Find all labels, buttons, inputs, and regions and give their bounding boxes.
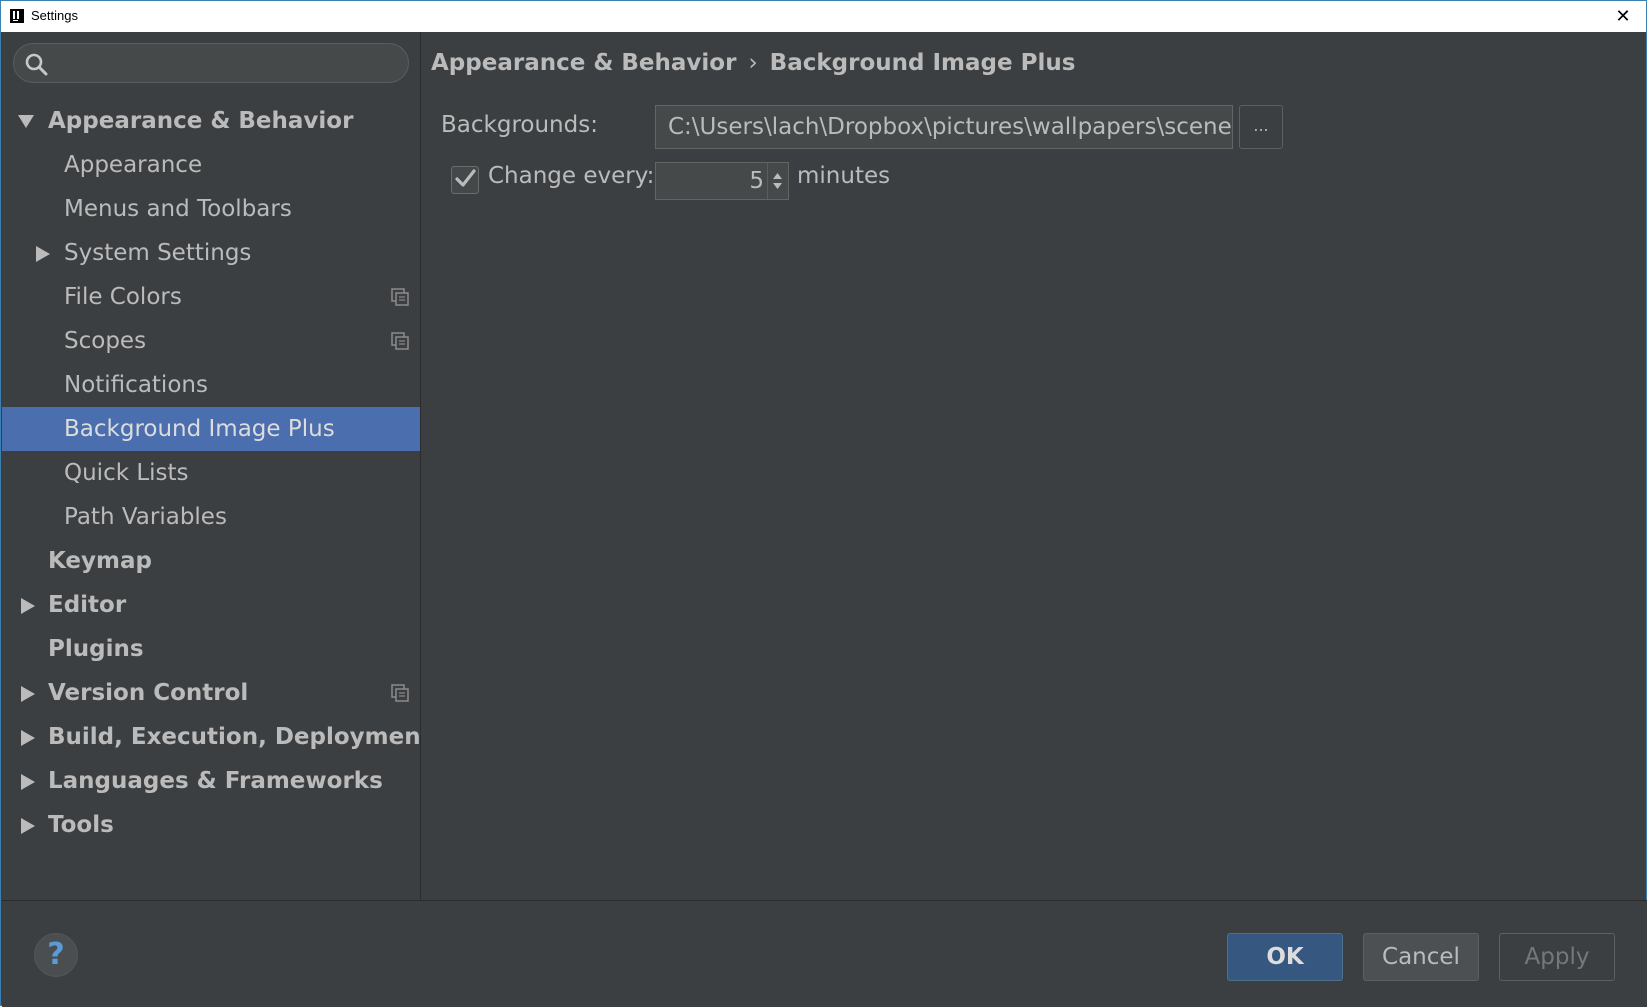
tree-item-label: Background Image Plus: [64, 416, 335, 442]
project-scope-icon: [391, 332, 409, 350]
tree-item-appearance-behavior[interactable]: Appearance & Behavior: [2, 99, 420, 143]
tree-item-appearance[interactable]: Appearance: [2, 143, 420, 187]
breadcrumb-parent[interactable]: Appearance & Behavior: [431, 50, 736, 76]
tree-item-label: Tools: [48, 812, 114, 838]
ok-button[interactable]: OK: [1227, 933, 1343, 981]
checkmark-icon: [455, 169, 476, 187]
tree-item-editor[interactable]: Editor: [2, 583, 420, 627]
tree-item-label: Appearance: [64, 152, 203, 178]
tree-item-label: Keymap: [48, 548, 152, 574]
tree-item-notifications[interactable]: Notifications: [2, 363, 420, 407]
spinner-down-icon[interactable]: [773, 183, 782, 189]
tree-item-tools[interactable]: Tools: [2, 803, 420, 847]
spinner-arrows[interactable]: [767, 163, 788, 199]
intellij-logo-icon: [10, 9, 24, 23]
search-box[interactable]: [13, 43, 409, 83]
tree-item-label: Build, Execution, Deployment: [48, 724, 432, 750]
tree-item-label: Plugins: [48, 636, 144, 662]
tree-item-label: Path Variables: [64, 504, 227, 530]
collapsed-arrow-icon[interactable]: [18, 671, 38, 715]
change-every-label[interactable]: Change every:: [488, 163, 654, 189]
collapsed-arrow-icon[interactable]: [18, 759, 38, 803]
tree-item-keymap[interactable]: Keymap: [2, 539, 420, 583]
tree-item-label: Notifications: [64, 372, 208, 398]
search-input[interactable]: [58, 48, 402, 80]
expanded-arrow-icon[interactable]: [16, 99, 36, 143]
tree-item-background-image-plus[interactable]: Background Image Plus: [2, 407, 420, 451]
tree-item-version-control[interactable]: Version Control: [2, 671, 420, 715]
interval-spinner[interactable]: 5: [655, 162, 789, 200]
cancel-button[interactable]: Cancel: [1363, 933, 1479, 981]
collapsed-arrow-icon[interactable]: [18, 583, 38, 627]
help-button[interactable]: ?: [34, 933, 78, 977]
tree-item-file-colors[interactable]: File Colors: [2, 275, 420, 319]
backgrounds-label: Backgrounds:: [441, 112, 598, 138]
tree-item-build-execution-deployment[interactable]: Build, Execution, Deployment: [2, 715, 432, 759]
tree-item-menus-toolbars[interactable]: Menus and Toolbars: [2, 187, 420, 231]
tree-item-label: Quick Lists: [64, 460, 189, 486]
tree-item-scopes[interactable]: Scopes: [2, 319, 420, 363]
settings-content: Appearance & Behavior › Background Image…: [421, 32, 1646, 900]
close-button[interactable]: ✕: [1600, 1, 1646, 32]
tree-item-label: Scopes: [64, 328, 147, 354]
collapsed-arrow-icon[interactable]: [33, 231, 53, 275]
interval-value[interactable]: 5: [749, 163, 764, 199]
dialog-footer: ? OK Cancel Apply: [2, 900, 1647, 1007]
settings-tree: Appearance & Behavior Appearance Menus a…: [2, 99, 432, 847]
project-scope-icon: [391, 288, 409, 306]
collapsed-arrow-icon[interactable]: [18, 803, 38, 847]
tree-item-label: Menus and Toolbars: [64, 196, 292, 222]
backgrounds-path-field[interactable]: C:\Users\lach\Dropbox\pictures\wallpaper…: [655, 105, 1233, 149]
tree-item-label: Appearance & Behavior: [48, 108, 354, 134]
settings-sidebar: Appearance & Behavior Appearance Menus a…: [2, 32, 432, 900]
tree-item-label: Languages & Frameworks: [48, 768, 383, 794]
tree-item-label: File Colors: [64, 284, 182, 310]
minutes-label: minutes: [797, 163, 891, 189]
tree-item-label: Version Control: [48, 680, 249, 706]
change-every-checkbox[interactable]: [451, 166, 479, 194]
tree-item-system-settings[interactable]: System Settings: [2, 231, 420, 275]
search-icon: [25, 53, 48, 76]
tree-item-label: System Settings: [64, 240, 252, 266]
breadcrumb-current: Background Image Plus: [769, 50, 1076, 76]
collapsed-arrow-icon[interactable]: [18, 715, 38, 759]
breadcrumb-separator: ›: [748, 50, 758, 76]
breadcrumb: Appearance & Behavior › Background Image…: [431, 50, 1075, 76]
tree-item-quick-lists[interactable]: Quick Lists: [2, 451, 420, 495]
settings-window: Settings ✕ Appearance & Behavior Appeara…: [0, 0, 1647, 1007]
title-bar: Settings ✕: [1, 1, 1646, 32]
spinner-up-icon[interactable]: [773, 173, 782, 179]
close-icon: ✕: [1615, 6, 1631, 27]
tree-item-languages-frameworks[interactable]: Languages & Frameworks: [2, 759, 420, 803]
apply-button[interactable]: Apply: [1499, 933, 1615, 981]
tree-item-path-variables[interactable]: Path Variables: [2, 495, 420, 539]
window-title: Settings: [31, 8, 78, 23]
browse-button[interactable]: ...: [1239, 105, 1283, 149]
tree-item-plugins[interactable]: Plugins: [2, 627, 420, 671]
tree-item-label: Editor: [48, 592, 127, 618]
project-scope-icon: [391, 684, 409, 702]
